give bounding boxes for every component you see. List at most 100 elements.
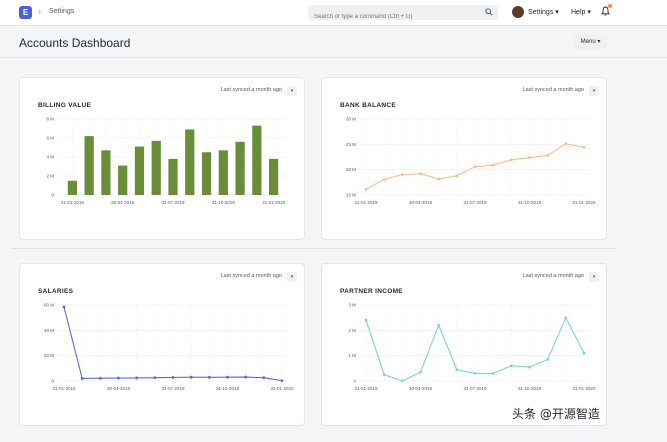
y-tick-label: 0: [51, 379, 54, 384]
bar: [185, 129, 195, 195]
data-point: [207, 375, 211, 379]
search-icon[interactable]: [485, 8, 493, 16]
billing-value-card: Last synced a month ago ▾ BILLING VALUE …: [19, 77, 305, 240]
data-point: [400, 173, 404, 176]
y-tick-label: 4 M: [46, 155, 54, 160]
bar: [101, 150, 111, 195]
y-tick-label: 15 M: [346, 193, 356, 198]
bar: [218, 150, 228, 195]
menu-label: Menu: [580, 39, 596, 45]
bar: [269, 158, 279, 195]
page-title: Accounts Dashboard: [19, 36, 131, 50]
x-tick-label: 30-04-2019: [111, 200, 135, 205]
data-point: [153, 376, 157, 380]
data-point: [564, 316, 568, 320]
data-point: [582, 351, 586, 355]
settings-label: Settings: [528, 9, 554, 16]
breadcrumb-settings[interactable]: Settings: [49, 8, 74, 15]
y-tick-label: 30 M: [346, 117, 356, 122]
billing-value-chart: 0 2 M 4 M 6 M 8 M 31-01-2019 30-04-2019 31-07-2…: [46, 117, 288, 205]
x-tick-label: 31-01-2020: [270, 386, 294, 391]
data-point: [455, 368, 459, 371]
bar: [118, 165, 128, 195]
help-dropdown[interactable]: Help ▾: [571, 8, 591, 16]
bar: [235, 141, 245, 195]
search-input[interactable]: [308, 9, 478, 25]
y-tick-label: 3 M: [348, 303, 356, 308]
row-divider: [11, 248, 616, 249]
bar: [168, 158, 178, 195]
chevron-right-icon: ›: [38, 6, 41, 16]
bar: [84, 136, 94, 195]
x-tick-label: 31-01-2019: [52, 386, 76, 391]
data-point: [437, 323, 441, 327]
data-point: [455, 174, 459, 178]
data-point: [564, 142, 568, 146]
y-tick-label: 20 M: [44, 353, 54, 358]
x-tick-label: 31-01-2019: [354, 386, 378, 391]
data-point: [382, 177, 386, 181]
data-point: [437, 177, 441, 181]
data-point: [262, 376, 266, 380]
bar: [67, 180, 77, 195]
notification-indicator: [608, 4, 612, 8]
top-navbar: E › Settings Settings ▾ Help ▾: [0, 0, 667, 26]
data-point: [546, 358, 550, 361]
data-point: [171, 376, 175, 379]
data-point: [473, 165, 477, 169]
data-point: [135, 376, 139, 380]
menu-button[interactable]: Menu ▾: [574, 35, 607, 49]
y-tick-label: 2 M: [46, 174, 54, 179]
x-tick-label: 31-01-2020: [572, 386, 596, 391]
y-tick-label: 6 M: [46, 136, 54, 141]
x-tick-label: 31-07-2019: [161, 386, 185, 391]
x-tick-label: 31-10-2019: [212, 200, 236, 205]
y-tick-label: 20 M: [346, 167, 356, 172]
bar: [201, 152, 212, 195]
search-box[interactable]: [308, 5, 498, 25]
x-tick-label: 31-01-2020: [572, 200, 596, 205]
data-point: [419, 172, 422, 176]
settings-dropdown[interactable]: Settings ▾: [528, 8, 559, 16]
header-divider: [0, 57, 667, 58]
salaries-chart: 0 20 M 40 M 60 M 31-01-2019 30-04-2019 31-07-2…: [44, 303, 294, 392]
data-point: [117, 376, 120, 380]
y-tick-label: 25 M: [346, 142, 356, 147]
partner-income-chart: 0 1 M 2 M 3 M 31-01-2019 30-04-2019 31-07-2019…: [348, 303, 596, 392]
x-tick-label: 30-04-2019: [107, 386, 131, 391]
user-avatar[interactable]: [512, 6, 524, 18]
data-point: [419, 370, 422, 374]
partner-income-card: Last synced a month ago ▾ PARTNER INCOME…: [321, 263, 607, 426]
x-tick-label: 31-07-2019: [161, 200, 185, 205]
data-point: [582, 145, 586, 149]
data-point: [189, 375, 193, 379]
bank-balance-chart: 15 M 20 M 25 M 30 M 31-01-2019 30-04-2019 31-0…: [346, 117, 596, 206]
data-point: [400, 379, 404, 383]
x-tick-label: 30-04-2019: [409, 386, 433, 391]
x-tick-label: 31-01-2019: [354, 200, 378, 205]
x-tick-label: 31-10-2019: [216, 386, 240, 391]
x-tick-label: 31-10-2019: [518, 386, 542, 391]
salaries-card: Last synced a month ago ▾ SALARIES 0 20 M…: [19, 263, 305, 426]
data-point: [244, 375, 248, 379]
data-point: [473, 372, 477, 375]
x-tick-label: 31-01-2019: [61, 200, 85, 205]
data-point: [364, 187, 368, 191]
y-tick-label: 60 M: [44, 303, 54, 308]
watermark: 头条 @开源智造: [512, 407, 600, 421]
data-point: [280, 379, 284, 383]
bar: [252, 125, 262, 195]
y-tick-label: 1 M: [348, 353, 356, 358]
x-tick-label: 31-01-2020: [262, 200, 286, 205]
data-point: [509, 364, 513, 368]
bank-balance-card: Last synced a month ago ▾ BANK BALANCE 1…: [321, 77, 607, 240]
y-tick-label: 0: [353, 379, 356, 384]
y-tick-label: 2 M: [348, 328, 356, 333]
data-point: [546, 154, 550, 157]
data-point: [80, 377, 84, 380]
y-tick-label: 0: [51, 193, 54, 198]
x-tick-label: 31-07-2019: [463, 386, 487, 391]
data-point: [62, 305, 66, 309]
data-point: [364, 318, 368, 322]
app-logo[interactable]: E: [19, 6, 32, 19]
